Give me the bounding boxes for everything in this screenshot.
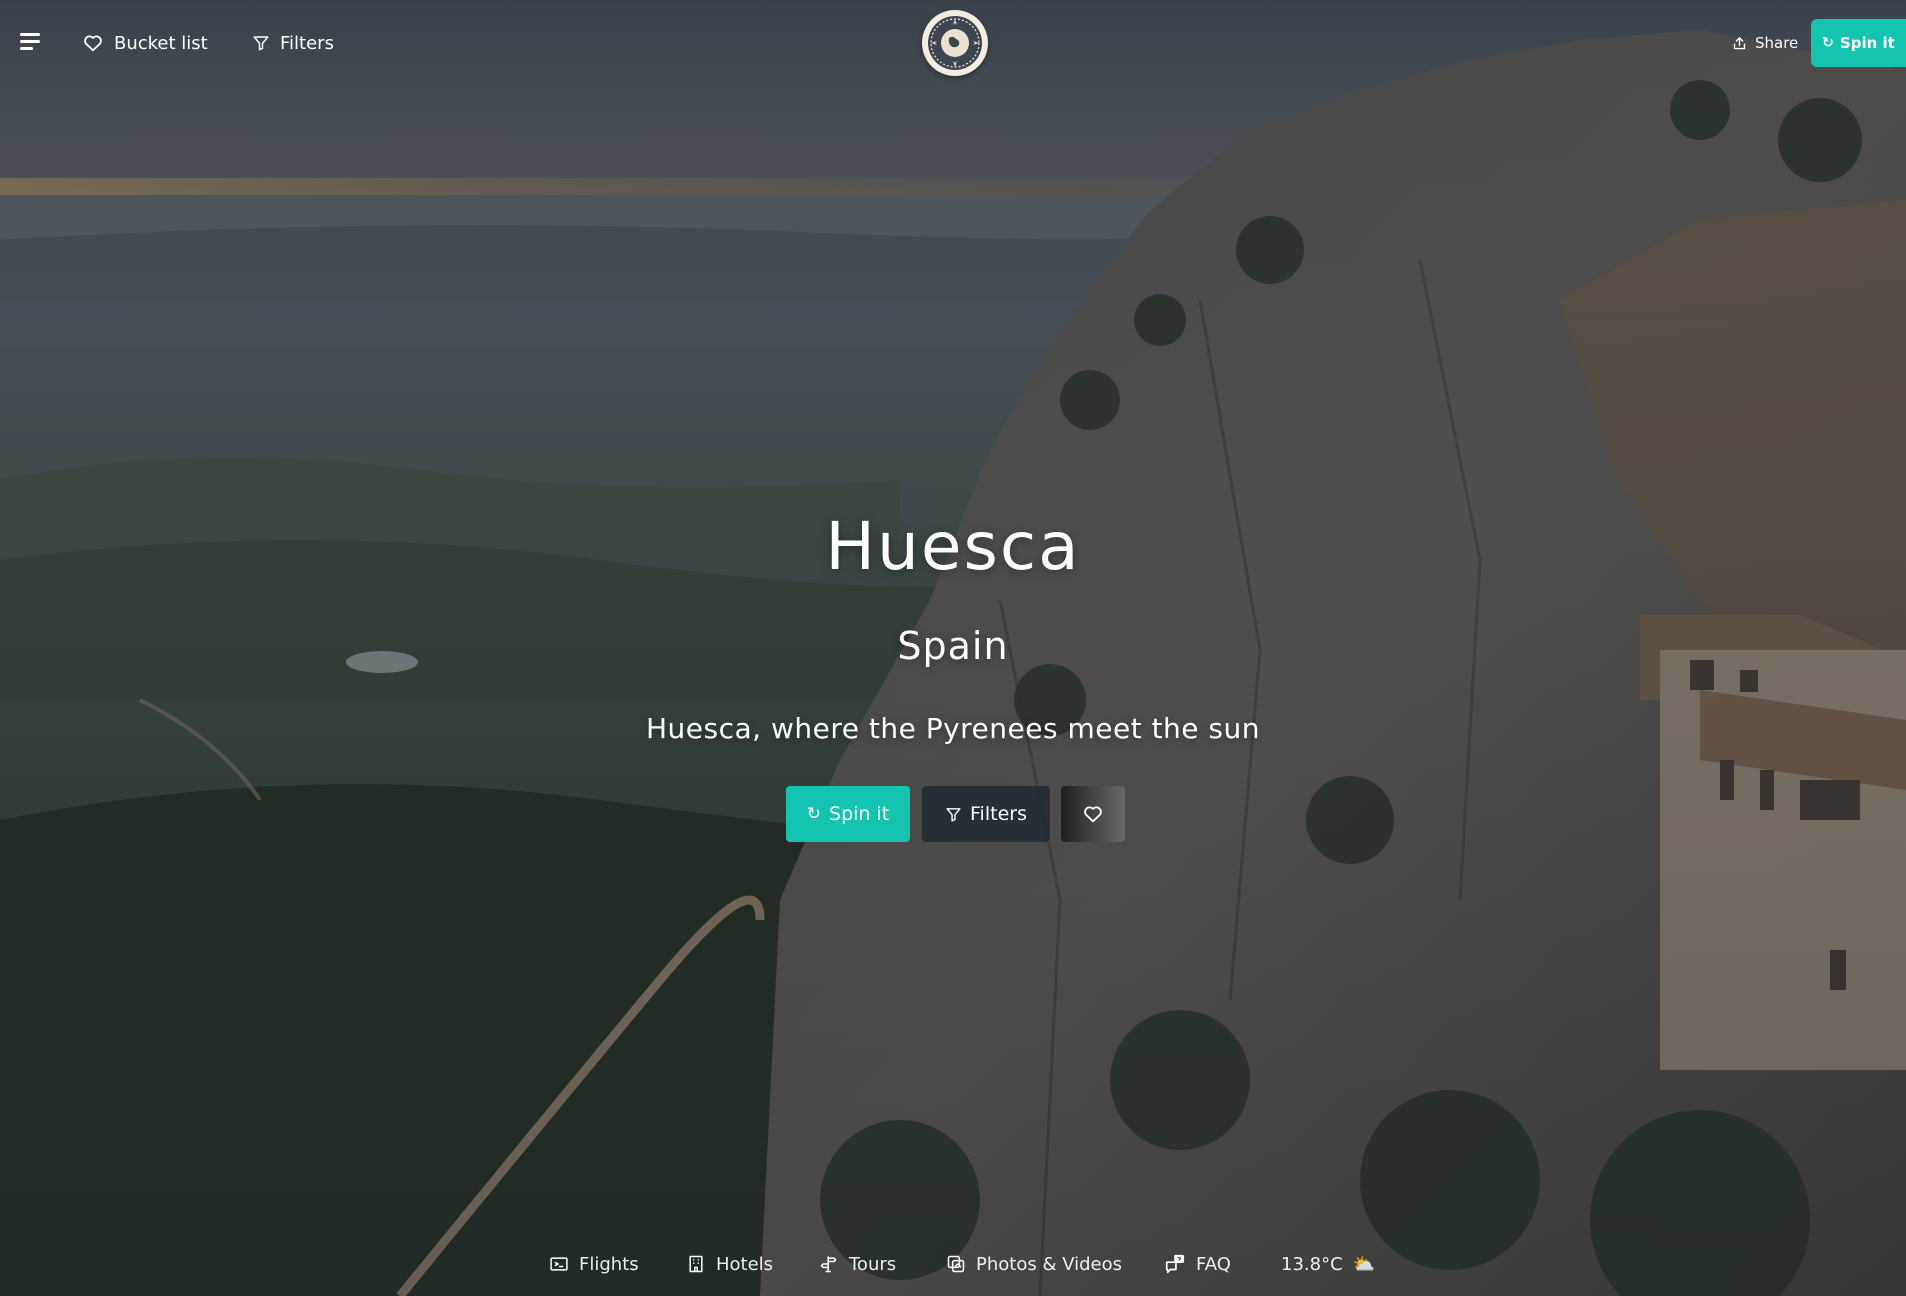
share-label: Share: [1755, 34, 1799, 52]
bottom-nav-faq[interactable]: FAQ: [1164, 1250, 1231, 1278]
funnel-icon: [946, 807, 961, 822]
spin-it-button[interactable]: ↻ Spin it: [786, 786, 910, 842]
filters-button[interactable]: Filters: [922, 786, 1050, 842]
top-bar: Bucket list Filters Share ↻ Spin it: [0, 0, 1906, 86]
bottom-nav-tours[interactable]: Tours: [819, 1250, 896, 1278]
destination-city-title: Huesca: [825, 508, 1081, 585]
bottom-nav-hotels[interactable]: Hotels: [686, 1250, 773, 1278]
filters-label: Filters: [280, 32, 334, 54]
filters-link[interactable]: Filters: [252, 28, 334, 58]
bottom-nav-photos-videos[interactable]: Photos & Videos: [946, 1250, 1122, 1278]
globe-compass-icon: [928, 16, 982, 70]
page: Bucket list Filters Share ↻ Spin it Hues…: [0, 0, 1906, 1296]
heart-icon: [84, 35, 102, 52]
photos-icon: [947, 1255, 965, 1273]
destination-tagline: Huesca, where the Pyrenees meet the sun: [645, 712, 1261, 745]
signpost-icon: [820, 1256, 837, 1273]
photos-videos-label: Photos & Videos: [976, 1253, 1123, 1275]
refresh-icon: ↻: [806, 804, 822, 824]
tours-label: Tours: [849, 1253, 897, 1275]
faq-label: FAQ: [1196, 1253, 1231, 1275]
spin-it-label: Spin it: [829, 803, 890, 825]
spin-it-label: Spin it: [1839, 34, 1895, 52]
share-button[interactable]: Share: [1732, 32, 1798, 54]
flight-ticket-icon: [550, 1257, 568, 1271]
spin-it-top-button[interactable]: ↻ Spin it: [1811, 19, 1906, 67]
hotels-label: Hotels: [716, 1253, 774, 1275]
temperature-value: 13.8°C: [1281, 1253, 1343, 1275]
filters-label: Filters: [970, 803, 1027, 825]
hamburger-menu-icon[interactable]: [20, 30, 44, 54]
funnel-icon: [253, 36, 269, 51]
bucket-list-label: Bucket list: [114, 32, 208, 54]
share-upload-icon: [1733, 36, 1746, 49]
partly-cloudy-icon: ⛅: [1352, 1253, 1376, 1275]
heart-icon: [1084, 806, 1102, 823]
bottom-nav: Flights Hotels Tours Photos & Videos FAQ…: [0, 1246, 1906, 1282]
globe-compass-logo[interactable]: [922, 10, 988, 76]
bucket-list-link[interactable]: Bucket list: [82, 28, 208, 58]
flights-label: Flights: [579, 1253, 639, 1275]
destination-country: Spain: [897, 624, 1009, 668]
chat-question-icon: [1165, 1254, 1185, 1274]
weather-display: 13.8°C ⛅: [1281, 1250, 1375, 1278]
hotel-building-icon: [689, 1255, 703, 1273]
add-to-bucket-list-button[interactable]: [1061, 786, 1125, 842]
bottom-nav-flights[interactable]: Flights: [549, 1250, 639, 1278]
refresh-icon: ↻: [1822, 35, 1834, 51]
